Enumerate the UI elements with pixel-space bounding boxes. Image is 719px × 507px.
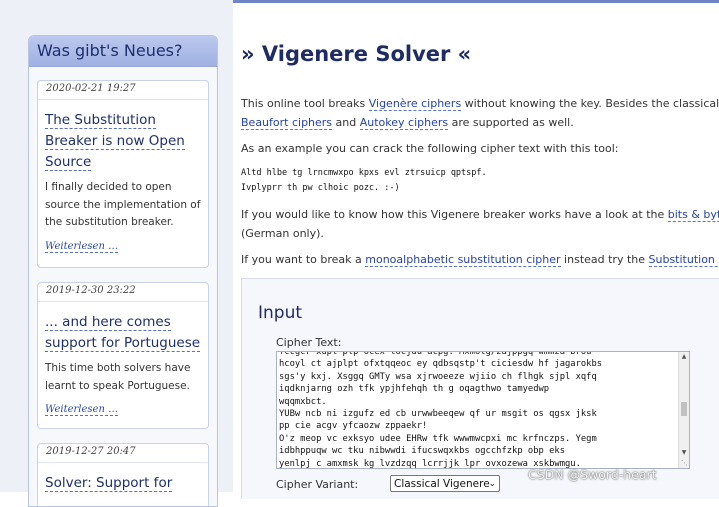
scroll-down-icon[interactable]: ▼	[679, 448, 689, 458]
page-title: » Vigenere Solver «	[241, 42, 472, 66]
textarea-scrollbar[interactable]: ▲ ▼	[678, 352, 689, 468]
cipher-text-label: Cipher Text:	[276, 336, 342, 349]
intro-paragraph: This online tool breaks Vigenère ciphers…	[241, 97, 719, 130]
cipher-variant-value: Classical Vigenere	[394, 478, 490, 490]
news-date: 2020-02-21 19:27	[38, 81, 208, 100]
news-title-link[interactable]: ... and here comes support for Portugues…	[45, 312, 208, 354]
scroll-thumb[interactable]	[681, 402, 687, 416]
substitution-solver-link[interactable]: Substitution Solve	[648, 253, 719, 267]
news-sidebar: Was gibt's Neues? 2020-02-21 19:27 The S…	[28, 35, 218, 507]
cipher-variant-label: Cipher Variant:	[276, 478, 359, 491]
example-paragraph: As an example you can crack the followin…	[241, 142, 619, 155]
news-date: 2019-12-27 20:47	[38, 444, 208, 463]
news-item: 2019-12-30 23:22 ... and here comes supp…	[37, 282, 209, 429]
mono-info-paragraph: If you want to break a monoalphabetic su…	[241, 250, 719, 269]
bits-bytes-link[interactable]: bits & bytes co	[667, 208, 719, 222]
monoalphabetic-link[interactable]: monoalphabetic substitution cipher	[365, 253, 561, 267]
cipher-example: Altd hlbe tg lrncmwxpo kpxs evl ztrsuicp…	[241, 168, 487, 193]
news-date: 2019-12-30 23:22	[38, 283, 208, 302]
input-panel: Input Cipher Text: fccgcr xupl plp ocex …	[241, 278, 719, 499]
news-sidebar-title: Was gibt's Neues?	[29, 36, 217, 67]
scroll-up-icon[interactable]: ▲	[679, 352, 689, 362]
news-item: 2020-02-21 19:27 The Substitution Breake…	[37, 80, 209, 268]
cipher-variant-select[interactable]: Classical Vigenere ⌄	[390, 475, 500, 492]
autokey-link[interactable]: Autokey ciphers	[359, 116, 449, 130]
news-title-link[interactable]: The Substitution Breaker is now Open Sou…	[45, 110, 208, 173]
vigenere-link[interactable]: Vigenère ciphers	[368, 97, 462, 111]
cipher-text-content[interactable]: fccgcr xupl plp ocex locjdu acpg. Mxmolg…	[277, 352, 602, 468]
news-item: 2019-12-27 20:47 Solver: Support for	[37, 443, 209, 506]
beaufort-link[interactable]: Beaufort ciphers	[241, 116, 333, 130]
cipher-text-area[interactable]: fccgcr xupl plp ocex locjdu acpg. Mxmolg…	[276, 351, 690, 469]
resize-grip-icon[interactable]: ⋱	[681, 460, 688, 467]
read-more-link[interactable]: Weiterlesen …	[45, 404, 119, 416]
input-heading: Input	[258, 303, 303, 323]
news-description: This time both solvers have learnt to sp…	[45, 362, 191, 392]
chevron-down-icon: ⌄	[488, 479, 496, 489]
news-description: I finally decided to open source the imp…	[45, 181, 201, 228]
watermark: CSDN @Sword-heart	[528, 467, 657, 482]
news-title-link[interactable]: Solver: Support for	[45, 473, 208, 494]
breaker-info-paragraph: If you would like to know how this Vigen…	[241, 205, 719, 243]
read-more-link[interactable]: Weiterlesen …	[45, 241, 119, 253]
